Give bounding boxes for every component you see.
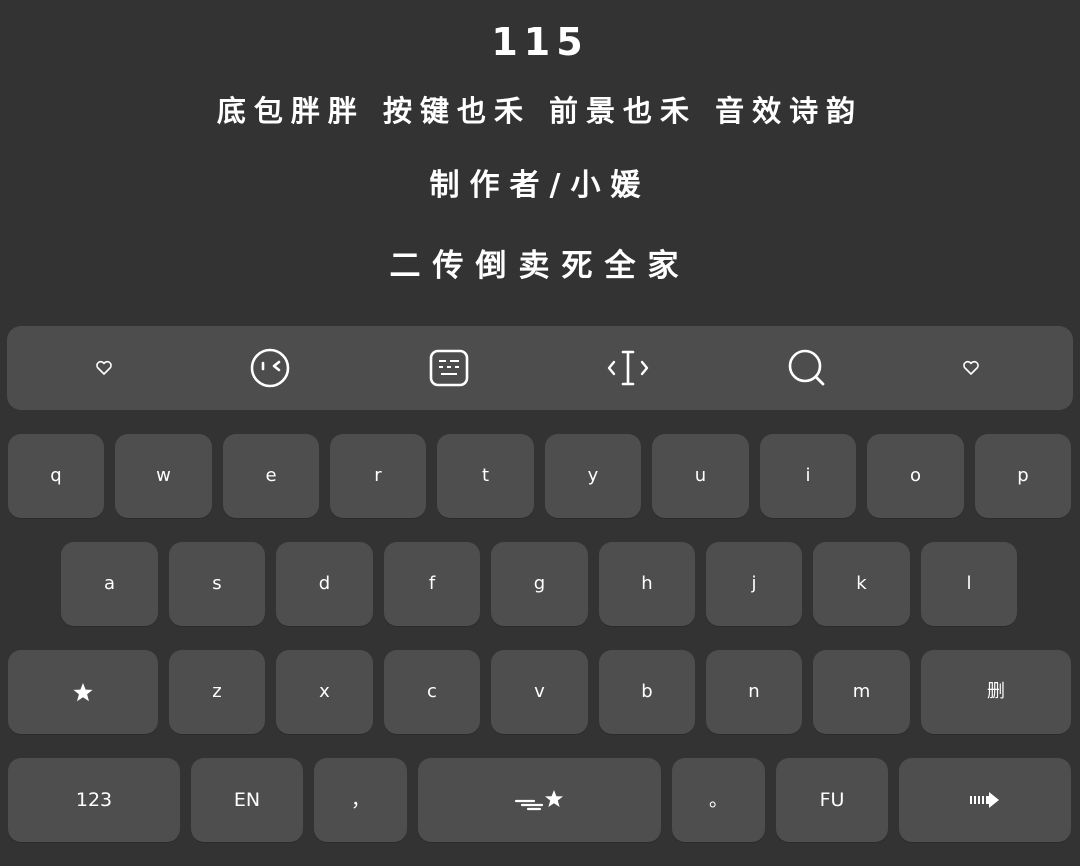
key-label: k [856, 573, 867, 594]
toolbar-heart-left-button[interactable] [54, 326, 154, 410]
key-c[interactable]: c [384, 650, 480, 734]
key-n[interactable]: n [706, 650, 802, 734]
key-a[interactable]: a [61, 542, 158, 626]
key-h[interactable]: h [599, 542, 695, 626]
arrow-right-icon [970, 792, 999, 808]
delete-key[interactable]: 删 [921, 650, 1071, 734]
language-label: EN [233, 788, 261, 811]
period-key[interactable]: 。 [672, 758, 765, 842]
key-q[interactable]: q [8, 434, 104, 518]
toolbar-cursor-button[interactable] [578, 326, 678, 410]
key-t[interactable]: t [437, 434, 534, 518]
key-i[interactable]: i [760, 434, 856, 518]
heart-icon [96, 360, 112, 375]
key-label: p [1017, 465, 1029, 486]
toolbar-emoji-button[interactable] [220, 326, 320, 410]
key-label: o [909, 465, 921, 486]
key-label: m [852, 681, 871, 702]
star-icon [73, 682, 93, 701]
key-label: w [156, 465, 171, 486]
key-r[interactable]: r [330, 434, 426, 518]
key-label: c [427, 681, 437, 702]
key-s[interactable]: s [169, 542, 265, 626]
toolbar-keyboard-layout-button[interactable] [399, 326, 499, 410]
key-w[interactable]: w [115, 434, 212, 518]
space-star-icon [514, 790, 563, 811]
key-label: d [318, 573, 331, 594]
key-m[interactable]: m [813, 650, 910, 734]
key-j[interactable]: j [706, 542, 802, 626]
key-e[interactable]: e [223, 434, 319, 518]
key-label: x [319, 681, 330, 702]
fu-label: FU [819, 788, 845, 811]
key-label: j [751, 573, 757, 594]
key-label: h [641, 573, 653, 594]
key-label: t [481, 465, 490, 486]
credits-line: 底包胖胖 按键也禾 前景也禾 音效诗韵 [216, 94, 864, 128]
shift-key[interactable] [8, 650, 158, 734]
key-label: g [533, 573, 546, 594]
toolbar-heart-right-button[interactable] [921, 326, 1021, 410]
period-label: 。 [708, 788, 728, 811]
header: 115 底包胖胖 按键也禾 前景也禾 音效诗韵 制作者/小媛 二传倒卖死全家 [0, 0, 1080, 320]
key-x[interactable]: x [276, 650, 373, 734]
key-label: u [694, 465, 707, 486]
key-label: n [748, 681, 760, 702]
key-label: e [265, 465, 277, 486]
heart-icon [963, 360, 979, 375]
key-label: b [641, 681, 653, 702]
enter-key[interactable] [899, 758, 1071, 842]
comma-label: ， [350, 788, 370, 811]
skin-number: 115 [491, 20, 589, 64]
key-label: z [212, 681, 222, 702]
key-g[interactable]: g [491, 542, 588, 626]
keyboard-toolbar [7, 326, 1073, 410]
space-key[interactable] [418, 758, 661, 842]
key-u[interactable]: u [652, 434, 749, 518]
maker-line: 制作者/小媛 [429, 168, 651, 203]
key-label: r [374, 465, 382, 486]
key-v[interactable]: v [491, 650, 588, 734]
key-label: q [50, 465, 62, 486]
toolbar-search-button[interactable] [757, 326, 857, 410]
text-cursor-icon [607, 350, 649, 386]
key-label: l [966, 573, 972, 594]
fu-key[interactable]: FU [776, 758, 888, 842]
language-key[interactable]: EN [191, 758, 303, 842]
keyboard-layout-icon [429, 349, 469, 387]
key-b[interactable]: b [599, 650, 695, 734]
comma-key[interactable]: ， [314, 758, 407, 842]
delete-label: 删 [987, 681, 1005, 702]
key-p[interactable]: p [975, 434, 1071, 518]
key-f[interactable]: f [384, 542, 480, 626]
emoji-face-icon [250, 348, 290, 388]
key-d[interactable]: d [276, 542, 373, 626]
key-l[interactable]: l [921, 542, 1017, 626]
key-label: a [103, 573, 116, 594]
key-label: f [428, 573, 436, 594]
key-label: s [212, 573, 222, 594]
key-z[interactable]: z [169, 650, 265, 734]
key-o[interactable]: o [867, 434, 964, 518]
search-icon [788, 349, 825, 386]
key-label: y [587, 465, 599, 486]
key-k[interactable]: k [813, 542, 910, 626]
slogan-line: 二传倒卖死全家 [389, 248, 691, 284]
key-label: v [534, 681, 545, 702]
numbers-key[interactable]: 123 [8, 758, 180, 842]
key-y[interactable]: y [545, 434, 641, 518]
numbers-label: 123 [75, 788, 113, 811]
key-label: i [805, 465, 811, 486]
